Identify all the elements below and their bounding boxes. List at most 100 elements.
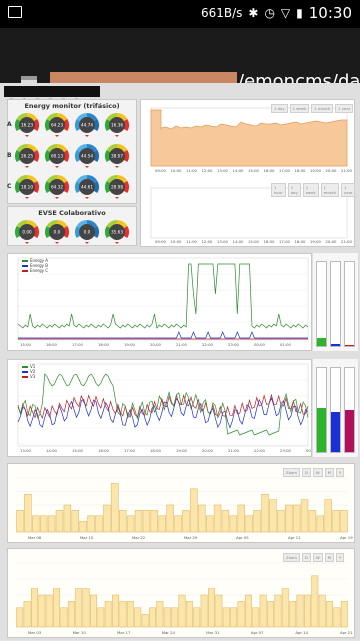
browser-address-bar[interactable]: /emoncms/da xyxy=(0,28,360,94)
range-button[interactable]: 1 week xyxy=(289,104,310,113)
svg-text:16.23: 16.23 xyxy=(21,123,33,128)
x-tick-label: 17:00 xyxy=(124,448,136,453)
bar-plot-2: Mar 03 Mar 10 Mar 17 Mar 24 Mar 31 Apr 07 Apr … xyxy=(16,562,353,635)
bar xyxy=(332,510,340,533)
bar xyxy=(193,607,201,628)
daily-energy-bar-chart-1[interactable]: Zoom D W M Y Mar 08 Mar 15 Mar 22 Mar 29 Apr… xyxy=(7,463,355,543)
year-button[interactable]: Y xyxy=(335,468,345,477)
week-button[interactable]: W xyxy=(312,553,323,562)
month-button[interactable]: M xyxy=(324,553,334,562)
zoom-button[interactable]: Zoom xyxy=(283,468,300,477)
svg-text:64.23: 64.23 xyxy=(51,123,63,128)
power-history-chart[interactable]: 1 day 1 week 1 month 1 year 1 hour 1 day… xyxy=(140,99,356,247)
bar xyxy=(31,588,38,628)
x-tick-label: 14:00 xyxy=(46,448,58,453)
x-tick-label: 12:00 xyxy=(202,168,214,173)
svg-text:26.25: 26.25 xyxy=(21,154,33,159)
bar xyxy=(32,515,40,533)
voltage-line-chart[interactable]: V1 V2 V3 13:00 14:00 15:00 16:00 17:00 18:00 1… xyxy=(7,359,318,457)
day-button[interactable]: D xyxy=(301,553,311,562)
bar xyxy=(53,588,61,628)
power-history-plot: 09:0009:0010:0010:0011:0011:0012:0012:00… xyxy=(150,107,353,244)
energy-level-bars xyxy=(313,253,358,351)
bar xyxy=(261,493,269,533)
bar xyxy=(55,510,64,533)
bar xyxy=(60,607,68,628)
bar xyxy=(316,515,325,533)
bar xyxy=(24,493,32,533)
range-button[interactable]: 1 month xyxy=(311,104,334,113)
daily-energy-bar-chart-2[interactable]: Zoom D W M Y Mar 03 Mar 10 Mar 17 Mar 24 Mar… xyxy=(7,548,355,638)
x-tick-label: 16:00 xyxy=(264,168,276,173)
range-selector-1[interactable]: 1 day 1 week 1 month 1 year xyxy=(271,104,354,113)
bar xyxy=(300,499,309,533)
x-tick-label: Mar 31 xyxy=(206,630,220,635)
x-tick-label: 20:00 xyxy=(202,448,214,453)
x-tick-label: 19:00 xyxy=(310,168,322,173)
dashboard: Energy monitor (trifásico) A B C 16.23 64… xyxy=(0,83,360,640)
bar xyxy=(308,510,317,533)
x-tick-label: Apr 07 xyxy=(251,630,264,635)
voltage-level-bars xyxy=(313,359,358,457)
row-label-c: C xyxy=(7,183,12,190)
energy-line-chart[interactable]: Energy A Energy B Energy C 15:00 16:00 17:… xyxy=(7,253,312,351)
bar xyxy=(97,607,105,628)
zoom-button[interactable]: Zoom xyxy=(283,553,300,562)
x-tick-label: Apr 05 xyxy=(236,535,249,540)
svg-text:44.74: 44.74 xyxy=(81,123,93,128)
gauge-dial: 64.23 xyxy=(44,112,70,138)
range-button[interactable]: 1 day xyxy=(271,104,288,113)
year-button[interactable]: Y xyxy=(335,553,345,562)
bar xyxy=(163,607,171,628)
bar xyxy=(253,510,261,533)
range-button[interactable]: 1 hour xyxy=(271,183,286,197)
x-tick-label: Mar 15 xyxy=(80,535,94,540)
level-bar-green xyxy=(316,367,327,453)
bar-zoom-controls-2[interactable]: Zoom D W M Y xyxy=(283,553,345,562)
svg-text:0.0: 0.0 xyxy=(54,230,61,235)
range-button[interactable]: 1 year xyxy=(335,104,354,113)
svg-text:35.63: 35.63 xyxy=(111,230,123,235)
bar xyxy=(104,601,112,628)
bar xyxy=(67,601,75,628)
svg-text:60.13: 60.13 xyxy=(51,154,63,159)
range-button[interactable]: 1 day xyxy=(287,183,301,197)
svg-text:38.07: 38.07 xyxy=(111,154,123,159)
energy-monitor-panel: Energy monitor (trifásico) A B C 16.23 64… xyxy=(7,99,137,204)
bar xyxy=(174,515,182,533)
x-tick-label: 18:00 xyxy=(295,239,307,244)
bar xyxy=(190,488,198,533)
bar xyxy=(16,510,24,533)
range-button[interactable]: 1 week xyxy=(302,183,319,197)
network-speed: 661B/s xyxy=(200,6,243,20)
bar xyxy=(142,510,151,533)
bar xyxy=(71,510,79,533)
voltage-legend: V1 V2 V3 xyxy=(22,364,35,379)
bar xyxy=(171,607,179,628)
svg-text:28.98: 28.98 xyxy=(111,185,123,190)
clock: 10:30 xyxy=(308,4,352,22)
x-tick-label: Mar 29 xyxy=(184,535,198,540)
voltage-plot: 13:00 14:00 15:00 16:00 17:00 18:00 19:00 20:00… xyxy=(17,363,318,453)
range-button[interactable]: 1 month xyxy=(320,183,339,197)
x-tick-label: 09:00 xyxy=(155,239,167,244)
x-tick-label: 23:00 xyxy=(280,448,292,453)
x-tick-label: 18:00 xyxy=(98,342,110,347)
week-button[interactable]: W xyxy=(312,468,323,477)
bar xyxy=(198,504,206,533)
bar xyxy=(39,515,48,533)
bar xyxy=(103,504,111,533)
x-tick-label: 13:00 xyxy=(20,448,32,453)
gauge-dial: 26.25 xyxy=(14,143,40,169)
x-tick-label: 21:00 xyxy=(341,239,353,244)
dashboard-toolbar[interactable] xyxy=(4,86,100,101)
bluetooth-icon: ✱ xyxy=(248,6,259,20)
range-button[interactable]: 1 year xyxy=(341,183,356,197)
gauge-dial: 0.0 xyxy=(74,219,100,245)
bar-zoom-controls-1[interactable]: Zoom D W M Y xyxy=(283,468,345,477)
day-button[interactable]: D xyxy=(301,468,311,477)
month-button[interactable]: M xyxy=(324,468,334,477)
x-tick-label: 16:00 xyxy=(264,239,276,244)
x-tick-label: 20:00 xyxy=(150,342,162,347)
range-selector-2[interactable]: 1 hour 1 day 1 week 1 month 1 year xyxy=(271,183,356,197)
